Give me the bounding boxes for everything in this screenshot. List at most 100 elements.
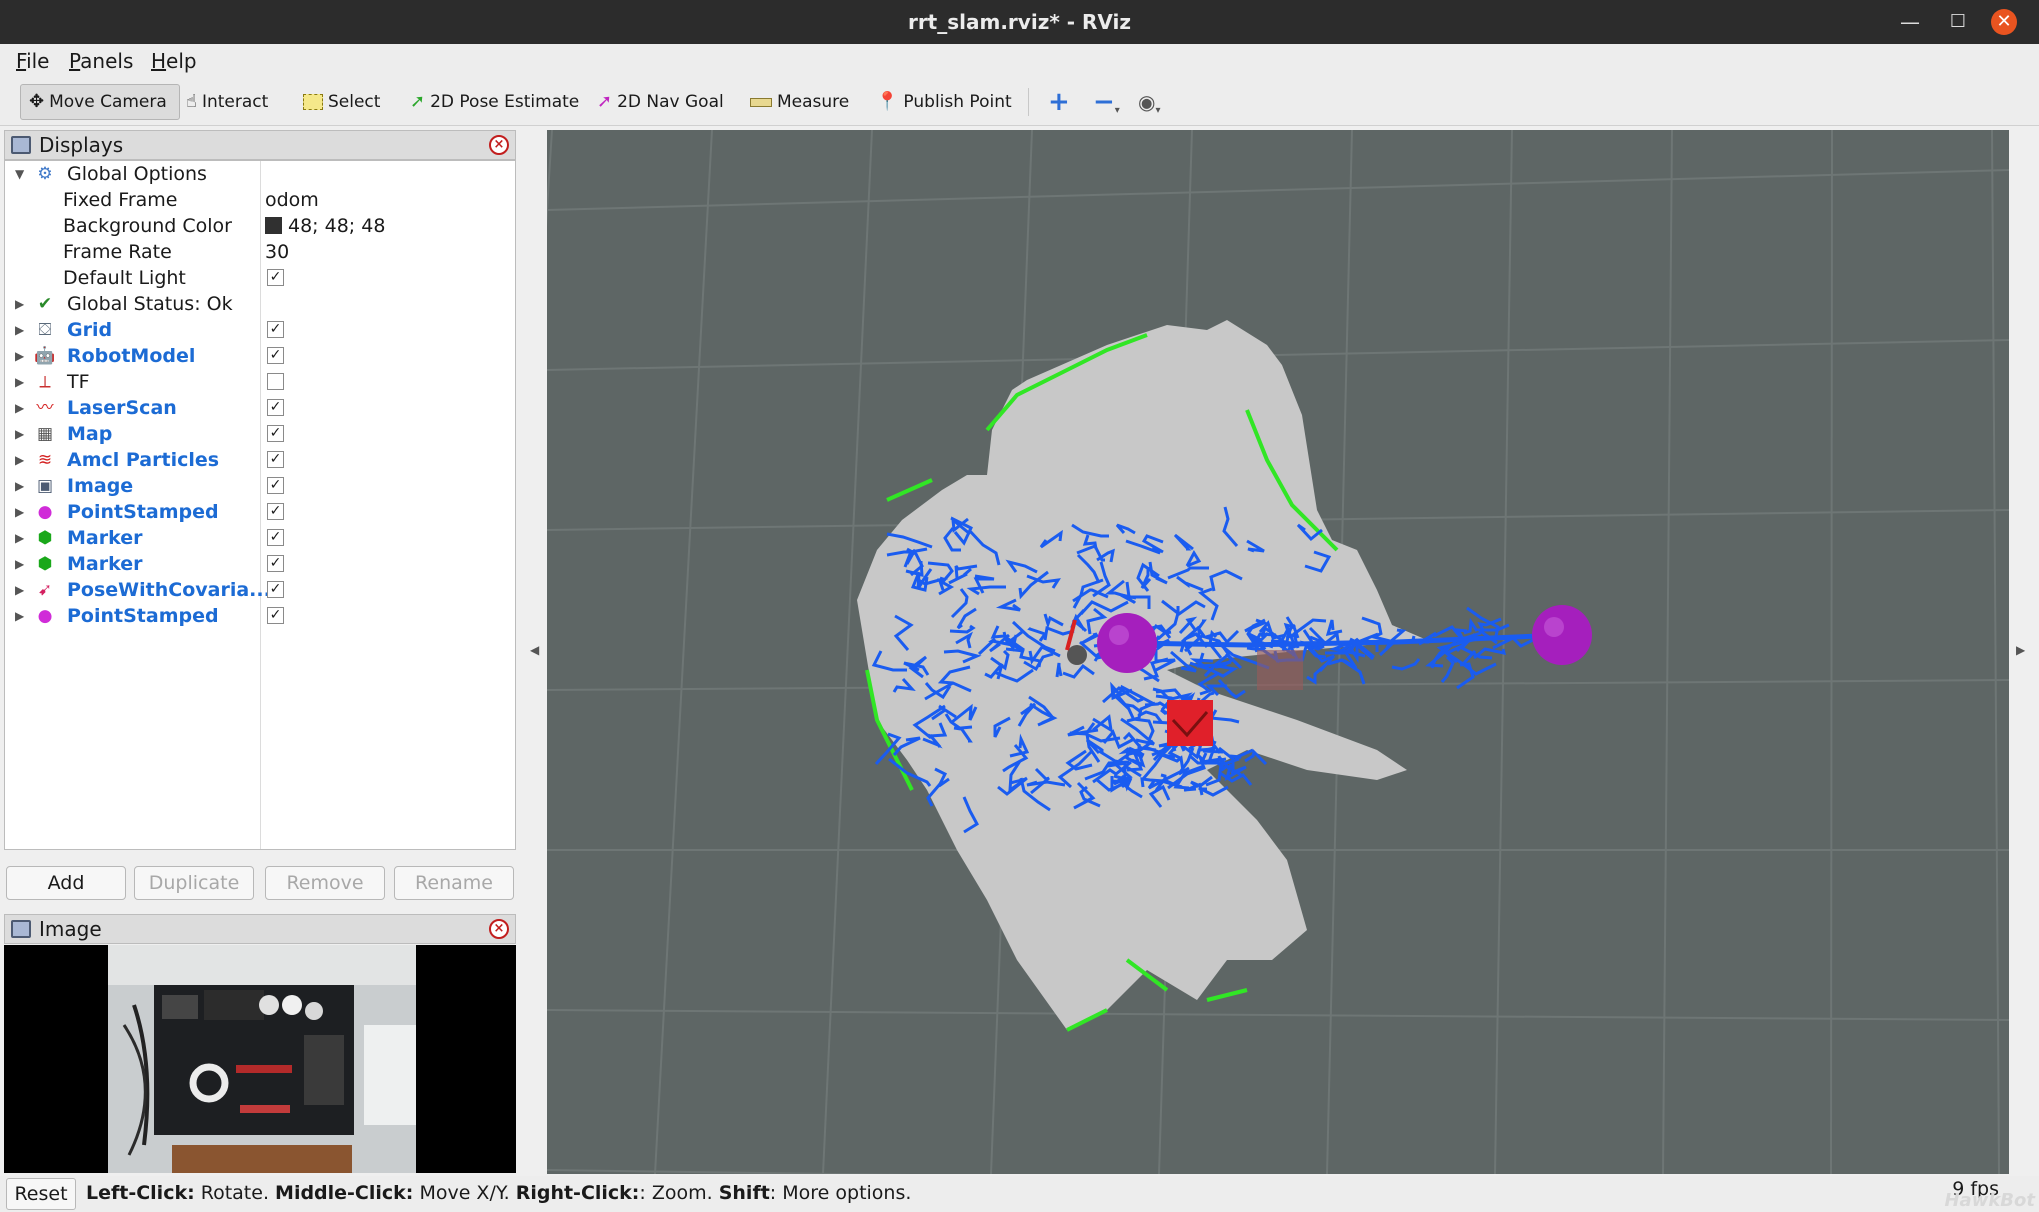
image-panel-close-button[interactable]: × <box>489 919 509 939</box>
interact-tool[interactable]: ☝ Interact <box>186 84 268 120</box>
menu-help[interactable]: Help <box>151 49 197 73</box>
menu-file-label: ile <box>26 49 50 73</box>
collapse-arrow-icon[interactable]: ▶ <box>15 473 24 499</box>
tree-row-global-options[interactable]: ▼ ⚙ Global Options <box>5 161 515 187</box>
tree-row-display[interactable]: ▶ ▦ Map ✓ <box>5 421 515 447</box>
default-light-checkbox[interactable]: ✓ <box>267 269 284 286</box>
collapse-arrow-icon[interactable]: ▶ <box>15 343 24 369</box>
tree-row-display[interactable]: ▶ 〰 LaserScan ✓ <box>5 395 515 421</box>
robot-base-marker <box>1067 645 1087 665</box>
display-enabled-checkbox[interactable]: ✓ <box>267 607 284 624</box>
collapse-arrow-icon[interactable]: ▶ <box>15 525 24 551</box>
collapse-arrow-icon[interactable]: ▶ <box>15 421 24 447</box>
collapse-arrow-icon[interactable]: ▶ <box>15 603 24 629</box>
pose-estimate-tool[interactable]: ➚ 2D Pose Estimate <box>410 84 579 120</box>
display-name: LaserScan <box>67 397 177 419</box>
point-icon: ● <box>37 502 53 522</box>
add-display-button[interactable]: Add <box>6 866 126 900</box>
display-name: Marker <box>67 527 143 549</box>
laserscan-icon: 〰 <box>36 398 54 418</box>
fixed-frame-value[interactable]: odom <box>265 187 319 213</box>
menu-panels[interactable]: Panels <box>69 49 133 73</box>
pink-arrow-icon: ➚ <box>597 91 613 112</box>
display-enabled-checkbox[interactable]: ✓ <box>267 555 284 572</box>
collapse-arrow-icon[interactable]: ▶ <box>15 291 24 317</box>
minimize-button[interactable]: — <box>1896 8 1924 36</box>
collapse-arrow-icon[interactable]: ▶ <box>15 395 24 421</box>
remove-display-button[interactable]: Remove <box>265 866 385 900</box>
display-name: TF <box>67 371 90 393</box>
close-window-button[interactable]: ✕ <box>1991 9 2017 35</box>
right-panel-splitter[interactable]: ▶ <box>2010 128 2039 1174</box>
map-icon: ▦ <box>36 424 54 444</box>
menu-file[interactable]: File <box>16 49 49 73</box>
display-enabled-checkbox[interactable]: ✓ <box>267 451 284 468</box>
tree-row-default-light[interactable]: Default Light ✓ <box>5 265 515 291</box>
hint-right-click: Right-Click: <box>515 1182 640 1204</box>
zoom-in-button[interactable]: + <box>1048 84 1070 120</box>
display-enabled-checkbox[interactable]: ✓ <box>267 399 284 416</box>
point-stamped-sphere <box>1532 605 1592 665</box>
nav-goal-tool[interactable]: ➚ 2D Nav Goal <box>597 84 724 120</box>
collapse-arrow-icon[interactable]: ▶ <box>15 577 24 603</box>
maximize-button[interactable]: ☐ <box>1944 8 1972 36</box>
select-tool[interactable]: Select <box>303 84 380 120</box>
hint-middle-click-action: Move X/Y. <box>413 1182 516 1204</box>
collapse-arrow-icon[interactable]: ▶ <box>15 551 24 577</box>
tree-row-global-status[interactable]: ▶ ✔ Global Status: Ok <box>5 291 515 317</box>
display-enabled-checkbox[interactable]: ✓ <box>267 425 284 442</box>
tree-row-display[interactable]: ▶ ⬢ Marker ✓ <box>5 525 515 551</box>
displays-panel-close-button[interactable]: × <box>489 135 509 155</box>
tree-row-background-color[interactable]: Background Color 48; 48; 48 <box>5 213 515 239</box>
publish-point-tool[interactable]: 📍 Publish Point <box>876 84 1012 120</box>
tree-row-frame-rate[interactable]: Frame Rate 30 <box>5 239 515 265</box>
goal-shadow-marker <box>1257 650 1303 690</box>
zoom-out-button[interactable]: − ▾ <box>1093 84 1120 120</box>
tree-row-display[interactable]: ▶ ▣ Image ✓ <box>5 473 515 499</box>
background-color-value[interactable]: 48; 48; 48 <box>265 213 385 239</box>
display-enabled-checkbox[interactable]: ✓ <box>267 581 284 598</box>
display-name: RobotModel <box>67 345 196 367</box>
tree-row-display[interactable]: ▶ ● PointStamped ✓ <box>5 603 515 629</box>
render-canvas[interactable] <box>547 130 2009 1174</box>
tf-axes-icon: ⟂ <box>39 372 51 392</box>
background-color-label: Background Color <box>63 215 232 237</box>
collapse-arrow-icon[interactable]: ▶ <box>15 499 24 525</box>
collapse-arrow-icon[interactable]: ▶ <box>15 447 24 473</box>
tree-row-display[interactable]: ▶ ⛋ Grid ✓ <box>5 317 515 343</box>
collapse-arrow-icon[interactable]: ▶ <box>15 317 24 343</box>
displays-tree: ▼ ⚙ Global Options Fixed Frame odom Back… <box>4 160 516 850</box>
move-camera-tool[interactable]: ✥ Move Camera <box>20 84 180 120</box>
reset-button[interactable]: Reset <box>6 1178 76 1210</box>
display-name: PoseWithCovaria... <box>67 579 271 601</box>
tree-row-fixed-frame[interactable]: Fixed Frame odom <box>5 187 515 213</box>
frame-rate-value[interactable]: 30 <box>265 239 289 265</box>
display-enabled-checkbox[interactable]: ✓ <box>267 347 284 364</box>
duplicate-display-button[interactable]: Duplicate <box>134 866 254 900</box>
rename-display-button[interactable]: Rename <box>394 866 514 900</box>
window-title: rrt_slam.rviz* - RViz <box>907 10 1132 34</box>
menu-panels-accel: P <box>69 49 81 73</box>
tree-row-display[interactable]: ▶ ≋ Amcl Particles ✓ <box>5 447 515 473</box>
publish-point-label: Publish Point <box>903 92 1012 112</box>
tree-row-display[interactable]: ▶ ➹ PoseWithCovaria... ✓ <box>5 577 515 603</box>
tree-row-display[interactable]: ▶ 🤖 RobotModel ✓ <box>5 343 515 369</box>
view-options-button[interactable]: ◉ ▾ <box>1138 84 1160 120</box>
measure-tool[interactable]: Measure <box>750 84 849 120</box>
display-enabled-checkbox[interactable]: ✓ <box>267 477 284 494</box>
display-enabled-checkbox[interactable]: ✓ <box>267 321 284 338</box>
display-enabled-checkbox[interactable]: ✓ <box>267 529 284 546</box>
tree-row-display[interactable]: ▶ ⬢ Marker ✓ <box>5 551 515 577</box>
tree-row-display[interactable]: ▶ ⟂ TF <box>5 369 515 395</box>
render-viewport[interactable] <box>547 130 2009 1174</box>
display-enabled-checkbox[interactable]: ✓ <box>267 503 284 520</box>
collapse-arrow-icon[interactable]: ▶ <box>15 369 24 395</box>
hand-pointer-icon: ☝ <box>186 91 197 112</box>
panel-splitter[interactable]: ◀ <box>524 128 544 1174</box>
display-enabled-checkbox[interactable] <box>267 373 284 390</box>
background-color-text: 48; 48; 48 <box>288 215 386 237</box>
expand-arrow-icon[interactable]: ▼ <box>15 161 24 187</box>
monitor-icon <box>11 136 31 154</box>
tree-row-display[interactable]: ▶ ● PointStamped ✓ <box>5 499 515 525</box>
hint-shift: Shift <box>718 1182 770 1204</box>
